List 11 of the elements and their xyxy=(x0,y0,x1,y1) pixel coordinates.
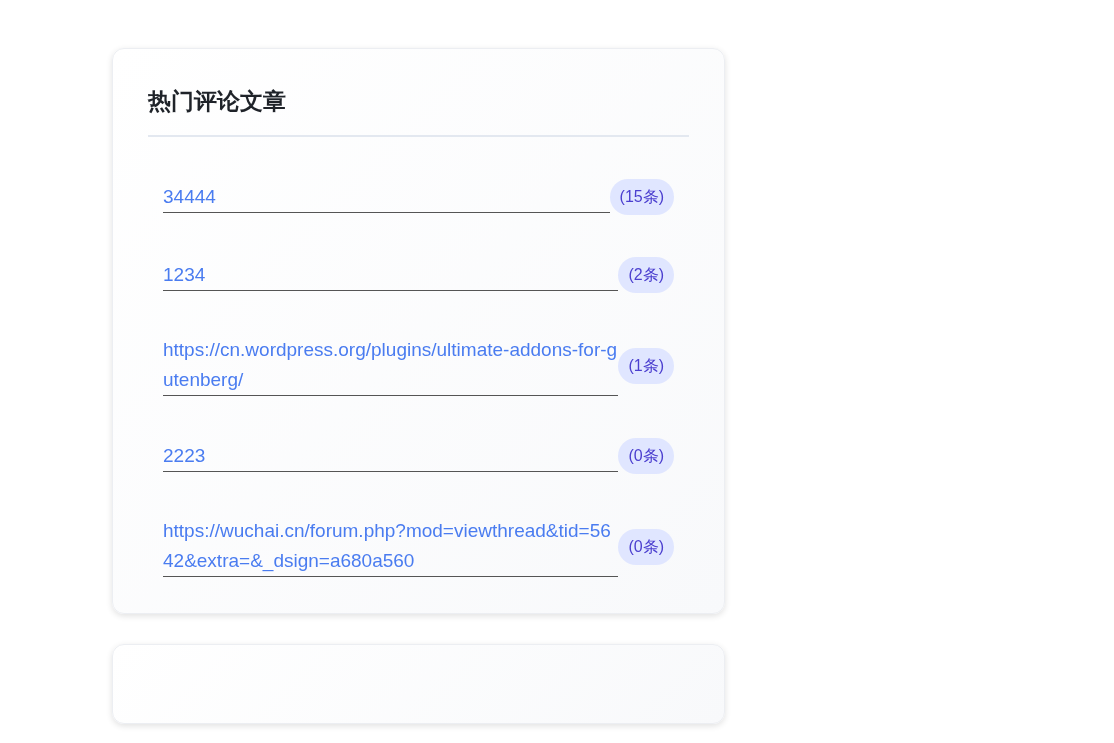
article-link[interactable]: https://wuchai.cn/forum.php?mod=viewthread&tid=5642&extra=&_dsign=a680a560 xyxy=(163,516,619,577)
article-link[interactable]: 34444 xyxy=(163,181,610,213)
widget-title: 热门评论文章 xyxy=(148,87,287,116)
comment-count: (2条) xyxy=(618,257,674,293)
article-link[interactable]: 2223 xyxy=(163,440,619,472)
comment-count: (0条) xyxy=(618,528,674,565)
article-link[interactable]: https://cn.wordpress.org/plugins/ultimate-addons-for-gutenberg/ xyxy=(163,335,619,396)
comment-count: (1条) xyxy=(618,347,674,384)
comment-count: (0条) xyxy=(618,438,674,474)
comment-count: (15条) xyxy=(609,179,674,215)
article-link[interactable]: 1234 xyxy=(163,259,619,291)
